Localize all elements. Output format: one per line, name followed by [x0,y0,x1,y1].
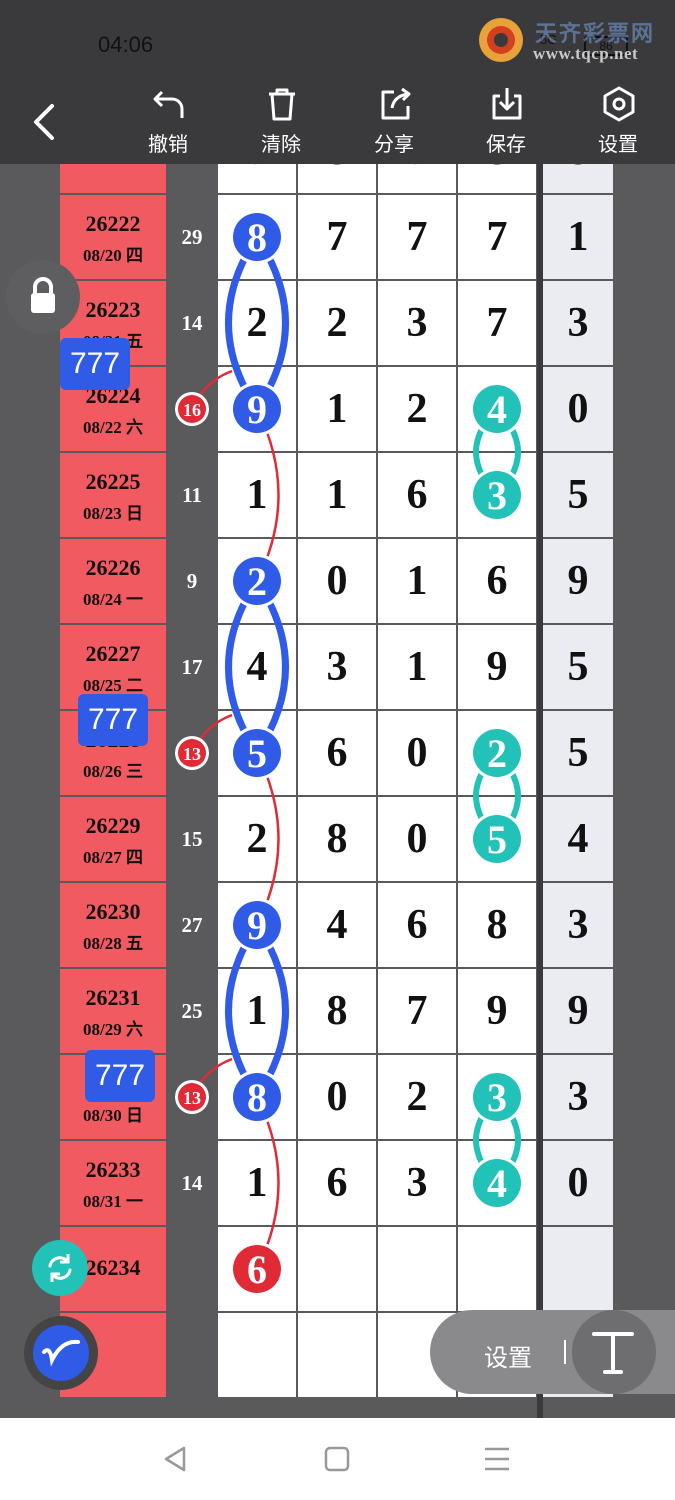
trash-icon [269,88,295,121]
status-bar: 04:06 5G 86 天齐彩票网 www.tqcp.net [0,0,675,82]
teal-circled-digit-label: 4 [487,387,507,432]
toolbar: 撤销 清除 分享 保存 设置 [0,82,675,164]
watermark-logo: 天齐彩票网 www.tqcp.net [475,10,665,70]
share-label: 分享 [374,134,414,156]
red-badge-label: 16 [183,400,201,420]
teal-circled-digit-label: 2 [487,731,507,776]
teal-circled-digit-label: 3 [487,1075,507,1120]
hexagon-settings-icon [603,86,635,122]
home-square-icon[interactable] [322,1444,352,1474]
lock-icon [31,277,55,313]
teal-circled-digit-label: 3 [487,473,507,518]
undo-icon [153,90,184,118]
red-badge-label: 13 [183,1088,201,1108]
floating-label[interactable]: 777 [85,1050,155,1102]
blue-circled-digit-label: 9 [247,903,267,948]
blue-circled-digit-label: 8 [247,1075,267,1120]
share-button[interactable]: 分享 [354,82,434,164]
chevron-left-icon [34,104,54,140]
floating-label[interactable]: 777 [60,338,130,390]
logo-icon [479,18,523,62]
settings-button[interactable]: 设置 [578,82,658,164]
pen-tool-button[interactable] [24,1316,98,1390]
floating-label[interactable]: 777 [78,694,148,746]
menu-lines-icon[interactable] [482,1444,512,1474]
download-icon [492,88,522,120]
blue-circled-digit-label: 8 [247,215,267,260]
red-circled-digit-label: 6 [247,1247,267,1292]
refresh-icon [48,1254,72,1282]
back-triangle-icon[interactable] [160,1444,190,1474]
blue-circled-digit-label: 9 [247,387,267,432]
save-button[interactable]: 保存 [466,82,546,164]
text-icon [592,1332,634,1374]
pen-icon [33,1325,89,1381]
refresh-button[interactable] [32,1240,88,1296]
share-icon [381,87,411,120]
undo-label: 撤销 [148,134,188,156]
settings-label: 设置 [598,134,638,156]
blue-circled-digit-label: 2 [247,559,267,604]
logo-site: www.tqcp.net [533,44,639,63]
teal-circled-digit-label: 5 [487,817,507,862]
status-time: 04:06 [98,32,154,57]
teal-circled-digit-label: 4 [487,1161,507,1206]
text-tool-button[interactable] [572,1310,656,1394]
settings-pill-label: 设置 [484,1345,532,1372]
clear-label: 清除 [261,134,301,156]
back-button[interactable] [24,100,64,144]
system-nav-bar [0,1418,675,1500]
red-trend-line [255,408,280,1270]
save-label: 保存 [486,134,526,156]
lock-button[interactable] [6,260,80,334]
separator [564,1340,566,1364]
clear-button[interactable]: 清除 [241,82,321,164]
undo-button[interactable]: 撤销 [128,82,208,164]
red-badge-label: 13 [183,744,201,764]
blue-circled-digit-label: 5 [247,731,267,776]
